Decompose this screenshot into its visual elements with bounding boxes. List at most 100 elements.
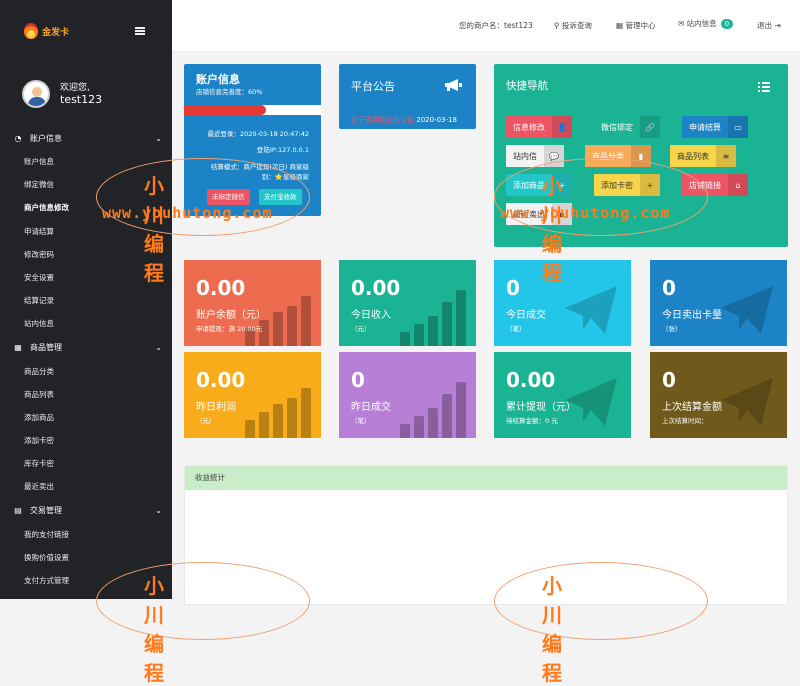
sidebar-item[interactable]: 我的支付链接 xyxy=(0,523,172,546)
login-ip: 登陆IP:127.0.0.1 xyxy=(256,146,309,154)
messages-link[interactable]: ✉ 站内信息 0 xyxy=(678,18,734,29)
chevron-down-icon: ⌄ xyxy=(155,506,162,516)
stat-card: 0 昨日成交 （笔） xyxy=(339,352,476,438)
quick-nav-label: 最近卖出 xyxy=(513,209,545,219)
stat-subtext: 上次结算时间： xyxy=(662,417,708,425)
stat-label: 今日收入 xyxy=(351,310,391,321)
user-name: test123 xyxy=(60,92,103,106)
income-stats-title: 收益统计 xyxy=(185,466,787,490)
quick-nav-button[interactable]: 商品分类 ▮ xyxy=(585,145,651,167)
stat-card: 0.00 累计提现（元） 待结算金额：0 元 xyxy=(494,352,631,438)
book-icon: ▮ xyxy=(631,145,651,167)
quick-nav-button[interactable]: 申请结算 ▭ xyxy=(682,116,748,138)
settlement-mode: 结算模式：商户提现(次日) 商家级 xyxy=(210,163,309,171)
notice-item[interactable]: 关于近期信息的公告 2020-03-18 xyxy=(351,115,457,125)
platform-notice-card: 平台公告 关于近期信息的公告 2020-03-18 xyxy=(339,64,476,129)
stat-value: 0 xyxy=(506,276,520,300)
quick-nav-label: 商品分类 xyxy=(592,151,624,161)
stat-value: 0.00 xyxy=(351,276,401,300)
quick-nav-button[interactable]: 店铺链接 ⌂ xyxy=(682,174,748,196)
sidebar-item[interactable]: 商品分类 xyxy=(0,360,172,383)
sidebar-item[interactable]: 添加卡密 xyxy=(0,429,172,452)
stat-subtext: （元） xyxy=(351,325,371,333)
add-user-icon: + xyxy=(552,174,572,196)
quick-nav-label: 站内信 xyxy=(513,151,537,161)
quick-nav-button[interactable]: 信息修改 👤 xyxy=(506,116,572,138)
sidebar-group-label: 商品管理 xyxy=(30,343,62,352)
quick-nav-title: 快捷导航 xyxy=(506,80,548,92)
sidebar-item[interactable]: 申请结算 xyxy=(0,220,172,243)
alipay-button[interactable]: 支付宝收款 xyxy=(259,189,302,205)
sidebar-item[interactable]: 绑定微信 xyxy=(0,173,172,196)
bar-chart-icon xyxy=(400,382,466,438)
grid-icon: ▦ xyxy=(14,343,22,352)
chevron-down-icon: ⌄ xyxy=(155,133,162,143)
stat-subtext: 申请提现：满 20.00元 xyxy=(196,325,263,333)
sidebar-item[interactable]: 支付方式管理 xyxy=(0,569,172,592)
logout-link[interactable]: 退出 ⇥ xyxy=(757,20,781,31)
comments-icon: 💬 xyxy=(544,145,564,167)
stat-card: 0 今日成交 （笔） xyxy=(494,260,631,346)
stat-label: 今日成交 xyxy=(506,310,546,321)
sidebar-item[interactable]: 站内信息 xyxy=(0,312,172,335)
sidebar-group-1[interactable]: ▦ 商品管理 ⌄ xyxy=(0,336,172,360)
brand-logo[interactable]: 金发卡 xyxy=(0,0,172,62)
quick-nav-button[interactable]: 站内信 💬 xyxy=(506,145,564,167)
merchant-name: 您的商户名：test123 xyxy=(459,21,533,30)
sidebar-item[interactable]: 账户信息 xyxy=(0,150,172,173)
stat-value: 0 xyxy=(351,368,365,392)
paper-plane-icon xyxy=(721,286,773,334)
sidebar-item[interactable]: 最近卖出 xyxy=(0,475,172,498)
quick-nav-label: 店铺链接 xyxy=(689,180,721,190)
stat-value: 0.00 xyxy=(196,276,246,300)
sidebar-item[interactable]: 安全设置 xyxy=(0,266,172,289)
user-panel: 欢迎您, test123 xyxy=(0,62,172,126)
quick-nav-button[interactable]: 添加商品 + xyxy=(506,174,572,196)
stat-subtext: （笔） xyxy=(351,417,371,425)
stat-label: 昨日利润 xyxy=(196,402,236,413)
sidebar-item[interactable]: 商品列表 xyxy=(0,383,172,406)
stat-subtext: （元） xyxy=(196,417,216,425)
avatar[interactable] xyxy=(22,80,50,108)
sidebar-item[interactable]: 添加商品 xyxy=(0,406,172,429)
notice-item-date: 2020-03-18 xyxy=(416,116,457,124)
notice-item-text[interactable]: 关于近期信息的公告 xyxy=(351,116,414,124)
sidebar-item[interactable]: 结算记录 xyxy=(0,289,172,312)
quick-nav-button[interactable]: 最近卖出 ▪ xyxy=(506,203,572,225)
home-icon: ⌂ xyxy=(728,174,748,196)
link-icon: 🔗 xyxy=(640,116,660,138)
sidebar-item[interactable]: 库存卡密 xyxy=(0,452,172,475)
quick-nav-label: 添加商品 xyxy=(513,180,545,190)
sidebar: 金发卡 欢迎您, test123 ◔ 账户信息 ⌄ 账户信息 绑定微信 商户信息修改 申请结… xyxy=(0,0,172,599)
merchant-level: 别：⭐星级商家 xyxy=(261,173,309,181)
chevron-down-icon: ⌄ xyxy=(155,343,162,352)
stat-value: 0 xyxy=(662,276,676,300)
stat-subtext: （张） xyxy=(662,325,682,333)
bar-chart-icon xyxy=(245,296,311,346)
quick-nav-button[interactable]: 添加卡密 + xyxy=(594,174,660,196)
stat-subtext: （笔） xyxy=(506,325,526,333)
quick-nav-label: 信息修改 xyxy=(513,122,545,132)
card-icon: ▭ xyxy=(728,116,748,138)
sidebar-item[interactable]: 商户信息修改 xyxy=(0,196,172,219)
sidebar-group-2[interactable]: ▤ 交易管理 ⌄ xyxy=(0,499,172,523)
sidebar-item[interactable]: 换购价值设置 xyxy=(0,546,172,569)
search-icon: ⚲ xyxy=(554,21,562,30)
stat-label: 账户余额（元） xyxy=(196,310,266,321)
add-icon: + xyxy=(640,174,660,196)
list-icon xyxy=(758,82,770,92)
sidebar-item[interactable]: 修改密码 xyxy=(0,243,172,266)
completeness-text: 店铺信息完善度：60% xyxy=(196,88,263,96)
complaint-link[interactable]: ⚲ 投诉查询 xyxy=(554,20,592,31)
sidebar-group-0[interactable]: ◔ 账户信息 ⌄ xyxy=(0,126,172,150)
flame-logo-icon xyxy=(24,23,38,39)
bind-wechat-button[interactable]: 未绑定微信 xyxy=(207,189,250,205)
menu-toggle-icon[interactable] xyxy=(135,27,145,35)
bar-chart-icon xyxy=(400,290,466,346)
admin-center-link[interactable]: ▦ 管理中心 xyxy=(616,20,655,31)
quick-nav-button[interactable]: 商品列表 ≡ xyxy=(670,145,736,167)
paper-plane-icon xyxy=(721,378,773,426)
quick-nav-label: 商品列表 xyxy=(677,151,709,161)
quick-nav-button[interactable]: 微信绑定 🔗 xyxy=(594,116,660,138)
paper-plane-icon xyxy=(565,286,617,334)
